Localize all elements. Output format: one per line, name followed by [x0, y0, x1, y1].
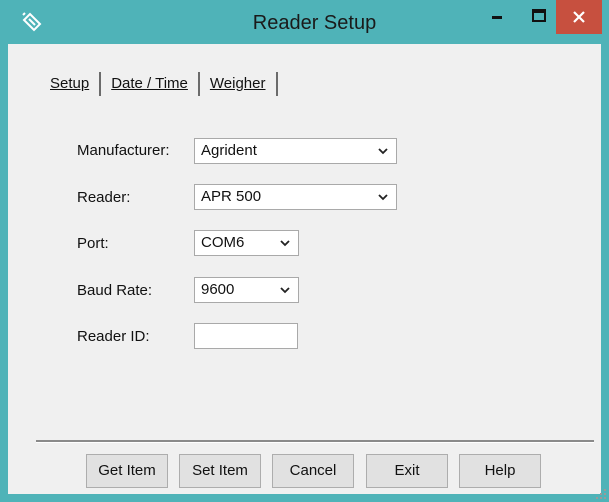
baud-rate-select[interactable]: 9600	[194, 277, 299, 303]
port-value: COM6	[201, 234, 245, 251]
manufacturer-value: Agrident	[201, 142, 257, 159]
manufacturer-select[interactable]: Agrident	[194, 138, 397, 164]
baud-rate-value: 9600	[201, 281, 235, 298]
cancel-button[interactable]: Cancel	[272, 454, 354, 488]
reader-id-label: Reader ID:	[77, 328, 150, 345]
client-area	[8, 44, 601, 494]
help-button[interactable]: Help	[459, 454, 541, 488]
close-icon	[573, 11, 585, 23]
port-label: Port:	[77, 235, 109, 252]
port-select[interactable]: COM6	[194, 230, 299, 256]
tab-date-time[interactable]: Date / Time	[101, 72, 200, 96]
chevron-down-icon	[280, 287, 290, 294]
tab-weigher[interactable]: Weigher	[200, 72, 278, 96]
baud-rate-label: Baud Rate:	[77, 282, 153, 299]
title-bar[interactable]: Reader Setup	[0, 0, 609, 44]
close-button[interactable]	[556, 0, 602, 34]
get-item-button[interactable]: Get Item	[86, 454, 168, 488]
manufacturer-label: Manufacturer:	[77, 142, 170, 159]
chevron-down-icon	[280, 240, 290, 247]
minimize-button[interactable]	[474, 0, 520, 34]
separator-line	[36, 440, 594, 443]
tab-setup[interactable]: Setup	[40, 72, 102, 96]
tab-strip: Setup Date / Time Weigher	[40, 70, 278, 98]
reader-id-input[interactable]	[194, 323, 298, 349]
minimize-icon	[492, 16, 502, 19]
set-item-button[interactable]: Set Item	[179, 454, 261, 488]
resize-grip-icon[interactable]	[595, 488, 607, 500]
reader-value: APR 500	[201, 188, 262, 205]
reader-select[interactable]: APR 500	[194, 184, 397, 210]
exit-button[interactable]: Exit	[366, 454, 448, 488]
reader-label: Reader:	[77, 189, 131, 206]
chevron-down-icon	[378, 194, 388, 201]
reader-setup-window: Reader Setup Setup Date / Time Weigher M…	[0, 0, 609, 502]
chevron-down-icon	[378, 148, 388, 155]
